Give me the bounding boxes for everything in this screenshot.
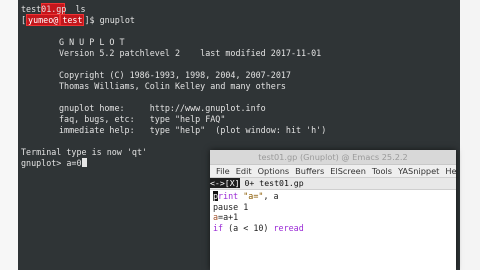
prompt-directory: test bbox=[60, 14, 85, 26]
emacs-editor-buffer[interactable]: print "a=", a pause 1 a=a+1 if (a < 10) … bbox=[210, 190, 456, 233]
menu-tools[interactable]: Tools bbox=[369, 166, 395, 176]
gnuplot-logo-text: G N U P L O T bbox=[59, 37, 125, 47]
code-line-2: pause 1 bbox=[213, 201, 249, 212]
terminal-cursor bbox=[81, 158, 87, 167]
menu-yasnippet[interactable]: YASnippet bbox=[395, 166, 442, 176]
menu-buffers[interactable]: Buffers bbox=[292, 166, 327, 176]
terminal-prompt-line: [yumeo@ test]$ gnuplot bbox=[21, 14, 135, 26]
emacs-tab-line[interactable]: <->[X] 0+ test01.gp bbox=[210, 178, 456, 190]
gnuplot-prompt-line[interactable]: gnuplot> a=0 bbox=[21, 158, 87, 169]
menu-help[interactable]: Help bbox=[442, 166, 456, 176]
code-line-3: a=a+1 bbox=[213, 212, 239, 222]
menu-options[interactable]: Options bbox=[255, 166, 293, 176]
gnuplot-authors: Thomas Williams, Colin Kelley and many o… bbox=[59, 81, 286, 91]
code-line-4: if (a < 10) reread bbox=[213, 222, 304, 233]
gnuplot-copyright: Copyright (C) 1986-1993, 1998, 2004, 200… bbox=[59, 70, 291, 80]
terminal-type-line: Terminal type is now 'qt' bbox=[21, 147, 148, 157]
menu-elscreen[interactable]: ElScreen bbox=[327, 166, 369, 176]
code-line-1: print "a=", a bbox=[213, 191, 279, 201]
emacs-titlebar[interactable]: test01.gp (Gnuplot) @ Emacs 25.2.2 bbox=[210, 150, 456, 165]
prompt-username: yumeo@ bbox=[26, 14, 61, 26]
gnuplot-faq: faq, bugs, etc: type "help FAQ" bbox=[59, 114, 226, 124]
elscreen-tab-indicator[interactable]: <->[X] bbox=[210, 178, 240, 188]
gnuplot-version: Version 5.2 patchlevel 2 last modified 2… bbox=[59, 48, 322, 58]
menu-file[interactable]: File bbox=[213, 166, 233, 176]
desktop-right-edge bbox=[460, 0, 480, 270]
buffer-name-label: 0+ test01.gp bbox=[239, 178, 304, 188]
gnuplot-homepage: gnuplot home: http://www.gnuplot.info bbox=[59, 103, 266, 113]
emacs-window[interactable]: test01.gp (Gnuplot) @ Emacs 25.2.2 File … bbox=[210, 150, 456, 270]
menu-edit[interactable]: Edit bbox=[233, 166, 255, 176]
emacs-menubar: File Edit Options Buffers ElScreen Tools… bbox=[210, 165, 456, 178]
desktop-left-edge bbox=[0, 0, 18, 270]
gnuplot-help: immediate help: type "help" (plot window… bbox=[59, 125, 327, 135]
